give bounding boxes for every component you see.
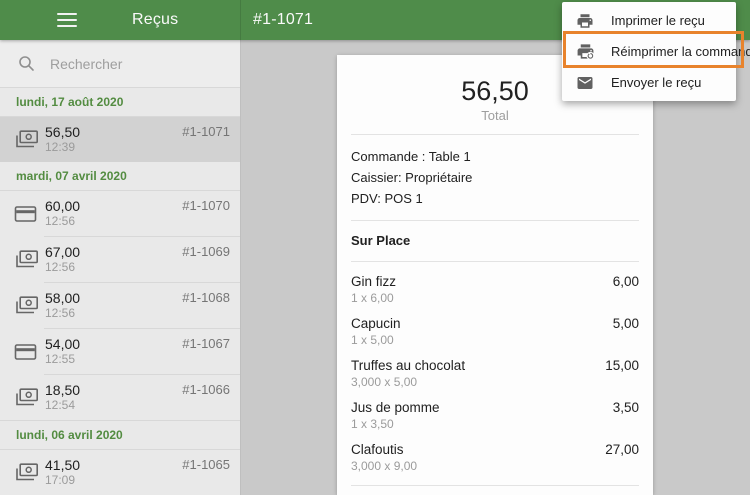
divider [351,220,639,221]
reprint-icon [576,42,596,61]
receipt-number: #1-1070 [182,198,230,213]
card-icon [14,205,42,223]
menu-item-label: Envoyer le reçu [611,75,702,90]
receipt-line-item: Gin fizz 6,00 1 x 6,00 [351,273,639,306]
receipt-time: 12:56 [45,260,76,274]
divider [351,134,639,135]
receipt-amount: 60,00 [45,198,81,214]
receipt-list-item[interactable]: 54,00 12:55 #1-1067 [0,329,240,374]
receipt-number: #1-1071 [182,124,230,139]
divider [351,261,639,262]
receipt-number: #1-1068 [182,290,230,305]
menu-item-label: Réimprimer la commande [611,44,750,59]
receipt-number: #1-1066 [182,382,230,397]
receipt-list-item[interactable]: 67,00 12:56 #1-1069 [0,237,240,282]
search-icon [19,56,34,71]
receipt-time: 17:09 [45,473,76,487]
item-name: Gin fizz [351,274,397,289]
cash-icon [14,463,42,482]
receipt-total-label: Total [481,108,509,123]
item-price: 5,00 [612,316,639,331]
item-name: Capucin [351,316,401,331]
receipt-list-item[interactable]: 18,50 12:54 #1-1066 [0,375,240,420]
receipt-amount: 56,50 [45,124,81,140]
date-header: lundi, 17 août 2020 [0,88,240,117]
item-qty: 3,000 x 9,00 [351,459,418,473]
cash-icon [14,250,42,269]
item-name: Jus de pomme [351,400,440,415]
receipt-number: #1-1067 [182,336,230,351]
receipt-line-item: Clafoutis 27,00 3,000 x 9,00 [351,441,639,474]
receipt-time: 12:56 [45,306,76,320]
receipt-line-item: Truffes au chocolat 15,00 3,000 x 5,00 [351,357,639,390]
receipt-line-item: Capucin 5,00 1 x 5,00 [351,315,639,348]
item-qty: 3,000 x 5,00 [351,375,418,389]
receipt-time: 12:55 [45,352,76,366]
item-qty: 1 x 5,00 [351,333,394,347]
receipt-amount: 58,00 [45,290,81,306]
item-name: Clafoutis [351,442,404,457]
receipt-order-info: Commande : Table 1 [351,149,471,164]
receipt-cashier-info: Caissier: Propriétaire [351,170,473,185]
receipt-amount: 18,50 [45,382,81,398]
item-qty: 1 x 6,00 [351,291,394,305]
print-icon [576,12,596,30]
pos-receipts-screen: Reçus #1-1071 lundi, 17 août 2020 56,50 … [0,0,750,495]
item-name: Truffes au chocolat [351,358,466,373]
receipt-line-item: Jus de pomme 3,50 1 x 3,50 [351,399,639,432]
menu-item-label: Imprimer le reçu [611,13,705,28]
receipt-time: 12:39 [45,140,76,154]
cash-icon [14,130,42,149]
receipt-list-item[interactable]: 60,00 12:56 #1-1070 [0,191,240,236]
search-input[interactable] [48,54,222,73]
receipt-time: 12:56 [45,214,76,228]
receipt-list-item[interactable]: 56,50 12:39 #1-1071 [0,117,240,162]
menu-hamburger-icon[interactable] [57,13,77,27]
search-bar[interactable] [0,40,240,88]
receipt-number: #1-1065 [182,457,230,472]
receipts-sidebar: lundi, 17 août 2020 56,50 12:39 #1-1071 … [0,40,241,495]
email-icon [576,74,596,92]
date-header-label: mardi, 07 avril 2020 [16,169,127,183]
cash-icon [14,388,42,407]
receipt-time: 12:54 [45,398,76,412]
item-price: 3,50 [612,400,639,415]
menu-item-reprint-order[interactable]: Réimprimer la commande [562,36,750,67]
item-price: 27,00 [605,442,639,457]
receipt-list-item[interactable]: 41,50 17:09 #1-1065 [0,450,240,495]
receipt-detail-title: #1-1071 [253,11,314,28]
menu-item-print-receipt[interactable]: Imprimer le reçu [562,5,736,36]
page-title: Reçus [132,11,179,28]
item-price: 15,00 [605,358,639,373]
receipt-amount: 41,50 [45,457,81,473]
divider [351,485,639,486]
card-icon [14,343,42,361]
item-qty: 1 x 3,50 [351,417,394,431]
date-header-label: lundi, 06 avril 2020 [16,428,123,442]
menu-item-send-receipt[interactable]: Envoyer le reçu [562,67,736,98]
cash-icon [14,296,42,315]
date-header-label: lundi, 17 août 2020 [16,95,124,109]
item-price: 6,00 [612,274,639,289]
receipt-actions-menu: Imprimer le reçu Réimprimer la commande … [562,2,750,101]
app-bar-left: Reçus [0,0,241,40]
receipt-detail-card: 56,50 Total Commande : Table 1 Caissier:… [337,55,653,495]
receipt-pos-info: PDV: POS 1 [351,191,423,206]
order-type-label: Sur Place [351,233,411,248]
date-header: lundi, 06 avril 2020 [0,420,240,450]
receipt-amount: 54,00 [45,336,81,352]
receipt-number: #1-1069 [182,244,230,259]
date-header: mardi, 07 avril 2020 [0,162,240,191]
receipt-amount: 67,00 [45,244,81,260]
receipt-list-item[interactable]: 58,00 12:56 #1-1068 [0,283,240,328]
